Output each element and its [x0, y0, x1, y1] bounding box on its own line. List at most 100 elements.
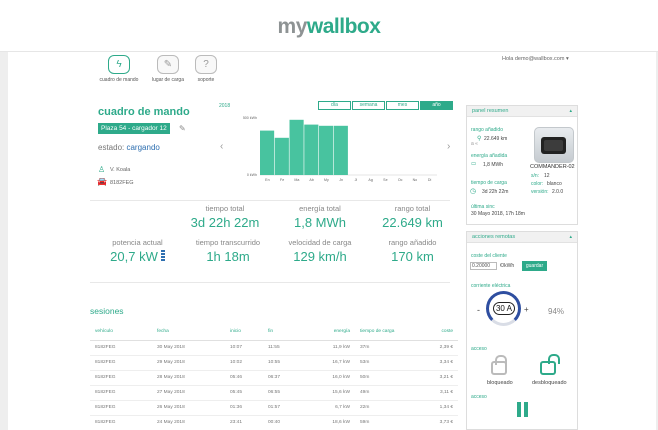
sessions-title: sesiones: [90, 306, 124, 316]
table-cell: 24 May 2018: [152, 415, 225, 430]
divider: [90, 200, 450, 201]
stat-energia-total: energía total 1,8 MWh: [280, 204, 360, 230]
table-cell: 01:36: [225, 400, 263, 416]
y-tick-label: 0 kWh: [247, 173, 257, 177]
divider: [90, 282, 450, 283]
table-row[interactable]: 8182FEG 26 May 2018 01:36 01:57 6,7 kW 22m 1,3…: [90, 400, 458, 416]
table-cell: 10:55: [263, 355, 303, 371]
brand-logo[interactable]: mywallbox: [0, 15, 658, 39]
panel-header[interactable]: panel resumen ▴: [467, 106, 577, 117]
save-button[interactable]: guardar: [522, 261, 547, 271]
range-tabs: día semana mes año: [318, 101, 454, 110]
table-cell: 8182FEG: [90, 415, 152, 430]
tab-dia[interactable]: día: [318, 101, 351, 110]
sync-value: 30 Mayo 2018, 17h 18m: [471, 211, 525, 217]
tab-ano[interactable]: año: [420, 101, 453, 110]
chart-bar[interactable]: [289, 119, 304, 175]
nav-soporte[interactable]: ? soporte: [181, 55, 231, 83]
user-menu[interactable]: Hola demo@wallbox.com ▾: [502, 56, 569, 62]
chart-year: 2018: [219, 103, 231, 109]
col-coste[interactable]: coste: [417, 324, 458, 341]
stat-label: rango total: [394, 204, 431, 213]
table-row[interactable]: 8182FEG 30 May 2018 10:07 11:55 11,9 kW 37m 2,…: [90, 340, 458, 356]
stat-transcurrido: tiempo transcurrido 1h 18m: [188, 238, 268, 264]
x-tick-label: No: [413, 178, 418, 182]
sessions-body: 8182FEG 30 May 2018 10:07 11:55 11,9 kW 37m 2,…: [90, 340, 458, 430]
stat-rango-total: rango total 22.649 km: [370, 204, 455, 230]
charger-image: [534, 127, 574, 163]
current-value: 30 A: [493, 302, 515, 315]
col-fin[interactable]: fin: [263, 324, 303, 341]
stat-potencia: potencia actual 20,7 kW: [95, 238, 180, 264]
col-fecha[interactable]: fecha: [152, 324, 225, 341]
table-row[interactable]: 8182FEG 29 May 2018 10:02 10:55 16,7 kW 53m 3,…: [90, 355, 458, 371]
panel-title: panel resumen: [472, 108, 509, 114]
table-row[interactable]: 8182FEG 28 May 2018 05:46 06:37 16,0 kW 50m 3,…: [90, 370, 458, 386]
desbloqueado-label: desbloqueado: [532, 380, 567, 386]
table-cell: 49m: [355, 385, 417, 401]
table-cell: 8182FEG: [90, 340, 152, 356]
table-cell: 06:37: [263, 370, 303, 386]
table-row[interactable]: 8182FEG 24 May 2018 23:41 00:40 18,6 kW 59m 3,…: [90, 415, 458, 430]
chart-bar[interactable]: [260, 130, 275, 175]
col-energia[interactable]: energía: [303, 324, 355, 341]
version-value: 2.0.0: [552, 189, 564, 195]
col-tiempo[interactable]: tiempo de carga: [355, 324, 417, 341]
chart-bar[interactable]: [333, 125, 348, 175]
table-cell: 16,7 kW: [303, 355, 355, 371]
table-cell: 3,34 €: [417, 355, 458, 371]
energy-chart: 500 kWh 0 kWh En Fe Ma Ab My Jn Jl Ag Se Oc No Di: [243, 116, 437, 182]
status-value: cargando: [126, 143, 160, 152]
chart-bar[interactable]: [274, 137, 289, 175]
x-tick-label: My: [324, 178, 329, 182]
chevron-right-icon[interactable]: ›: [447, 141, 450, 152]
stat-label: potencia actual: [112, 238, 163, 247]
price-input[interactable]: [470, 262, 497, 270]
nav-cuadro-de-mando[interactable]: ϟ cuadro de mando: [94, 55, 144, 83]
place-badge: Plaza 54 - cargador 12: [98, 123, 170, 134]
tab-mes[interactable]: mes: [386, 101, 419, 110]
stat-value: 22.649 km: [382, 215, 443, 230]
col-inicio[interactable]: inicio: [225, 324, 263, 341]
lock-icon[interactable]: [491, 355, 507, 375]
table-cell: 26 May 2018: [152, 400, 225, 416]
chevron-left-icon[interactable]: ‹: [220, 141, 223, 152]
x-tick-label: Di: [428, 178, 432, 182]
table-cell: 06:55: [263, 385, 303, 401]
question-icon: ?: [195, 55, 217, 74]
table-cell: 30 May 2018: [152, 340, 225, 356]
sn-label: s/n:: [531, 173, 540, 179]
x-tick-label: Se: [383, 178, 387, 182]
table-row[interactable]: 8182FEG 27 May 2018 05:45 06:55 15,6 kW 49m 3,…: [90, 385, 458, 401]
table-cell: 37m: [355, 340, 417, 356]
device-name: COMMANDER-02: [530, 164, 575, 170]
table-cell: 3,11 €: [417, 385, 458, 401]
col-vehiculo[interactable]: vehículo: [90, 324, 152, 341]
edit-icon[interactable]: ✎: [179, 124, 186, 133]
decrease-button[interactable]: -: [477, 305, 480, 315]
unlock-icon[interactable]: [540, 354, 560, 375]
x-tick-label: Ag: [368, 178, 372, 182]
table-cell: 05:45: [225, 385, 263, 401]
acceso-label: acceso: [471, 346, 487, 352]
table-cell: 2,39 €: [417, 340, 458, 356]
status-label: estado:: [98, 143, 125, 152]
tab-semana[interactable]: semana: [352, 101, 385, 110]
tiempo-label: tiempo de carga: [471, 180, 507, 186]
color-value: blanco: [547, 181, 562, 187]
pause-icon[interactable]: [517, 402, 528, 417]
panel-header[interactable]: acciones remotas ▴: [467, 232, 577, 243]
increase-button[interactable]: +: [524, 305, 529, 314]
table-cell: 16,0 kW: [303, 370, 355, 386]
chevron-up-icon[interactable]: ▴: [569, 106, 572, 117]
chart-bar[interactable]: [304, 124, 319, 175]
x-tick-label: Ma: [294, 178, 299, 182]
table-cell: 00:40: [263, 415, 303, 430]
chart-bar[interactable]: [319, 125, 334, 175]
table-cell: 28 May 2018: [152, 370, 225, 386]
acceso2-label: acceso: [471, 394, 487, 400]
chevron-up-icon[interactable]: ▴: [569, 232, 572, 243]
coste-label: coste del cliente: [471, 253, 507, 259]
sync-label: última sinc: [471, 204, 495, 210]
plate: 8182FEG: [110, 180, 134, 186]
